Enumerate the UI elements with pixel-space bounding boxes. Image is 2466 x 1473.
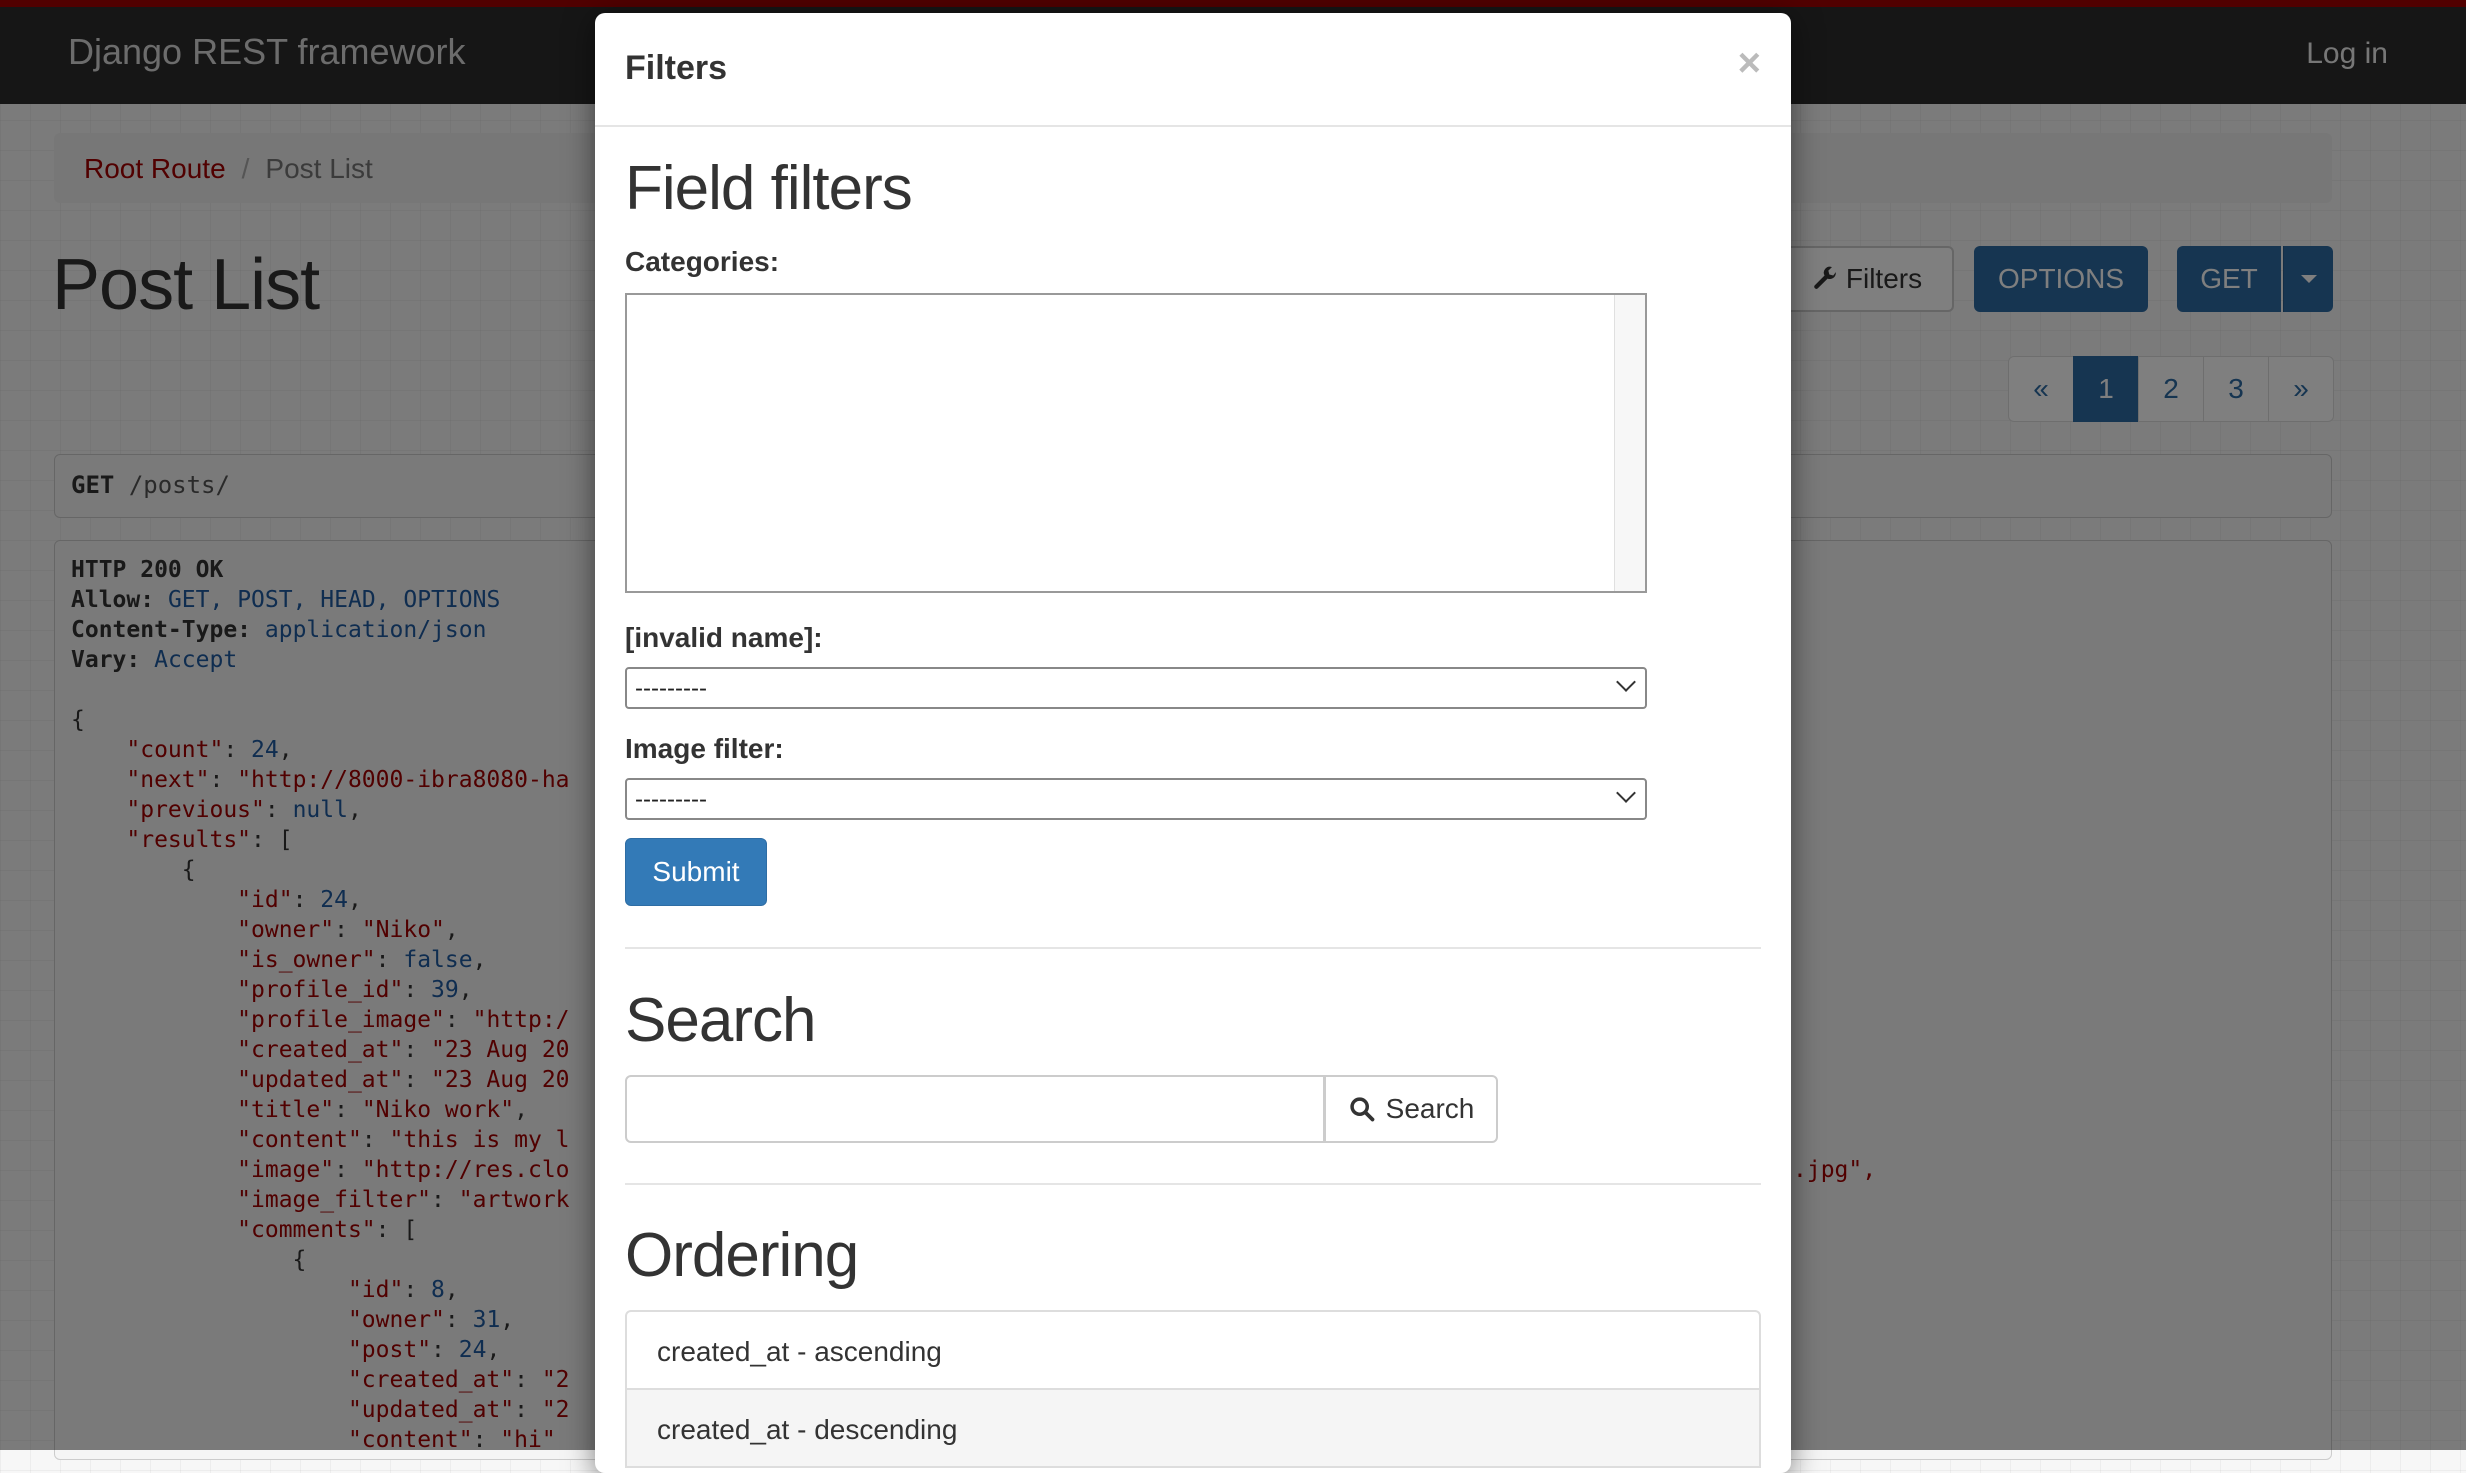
search-button[interactable]: Search xyxy=(1324,1075,1498,1143)
categories-multiselect[interactable] xyxy=(625,293,1647,593)
filters-modal: Filters × Field filters Categories: [inv… xyxy=(595,13,1791,1473)
divider xyxy=(625,947,1761,949)
ordering-option[interactable]: created_at - descending xyxy=(625,1388,1761,1468)
invalid-name-select[interactable]: --------- xyxy=(625,667,1647,709)
search-heading: Search xyxy=(625,986,816,1055)
close-icon[interactable]: × xyxy=(1738,43,1761,83)
modal-header: Filters × xyxy=(595,13,1791,127)
chevron-down-icon xyxy=(1616,672,1636,692)
ordering-list: created_at - ascending created_at - desc… xyxy=(625,1310,1761,1468)
invalid-name-label: [invalid name]: xyxy=(625,622,823,653)
chevron-down-icon xyxy=(1616,783,1636,803)
search-icon xyxy=(1348,1095,1376,1123)
search-input[interactable] xyxy=(625,1075,1325,1143)
image-filter-label: Image filter: xyxy=(625,733,784,764)
ordering-heading: Ordering xyxy=(625,1221,859,1290)
image-filter-select[interactable]: --------- xyxy=(625,778,1647,820)
invalid-name-value: --------- xyxy=(635,675,707,702)
search-button-label: Search xyxy=(1385,1093,1475,1124)
modal-title: Filters xyxy=(625,49,728,87)
submit-button[interactable]: Submit xyxy=(625,838,767,906)
image-filter-value: --------- xyxy=(635,786,707,813)
categories-label: Categories: xyxy=(625,246,780,277)
ordering-option[interactable]: created_at - ascending xyxy=(625,1310,1761,1390)
divider xyxy=(625,1183,1761,1185)
field-filters-heading: Field filters xyxy=(625,154,913,223)
categories-scrollbar[interactable] xyxy=(1614,295,1645,591)
